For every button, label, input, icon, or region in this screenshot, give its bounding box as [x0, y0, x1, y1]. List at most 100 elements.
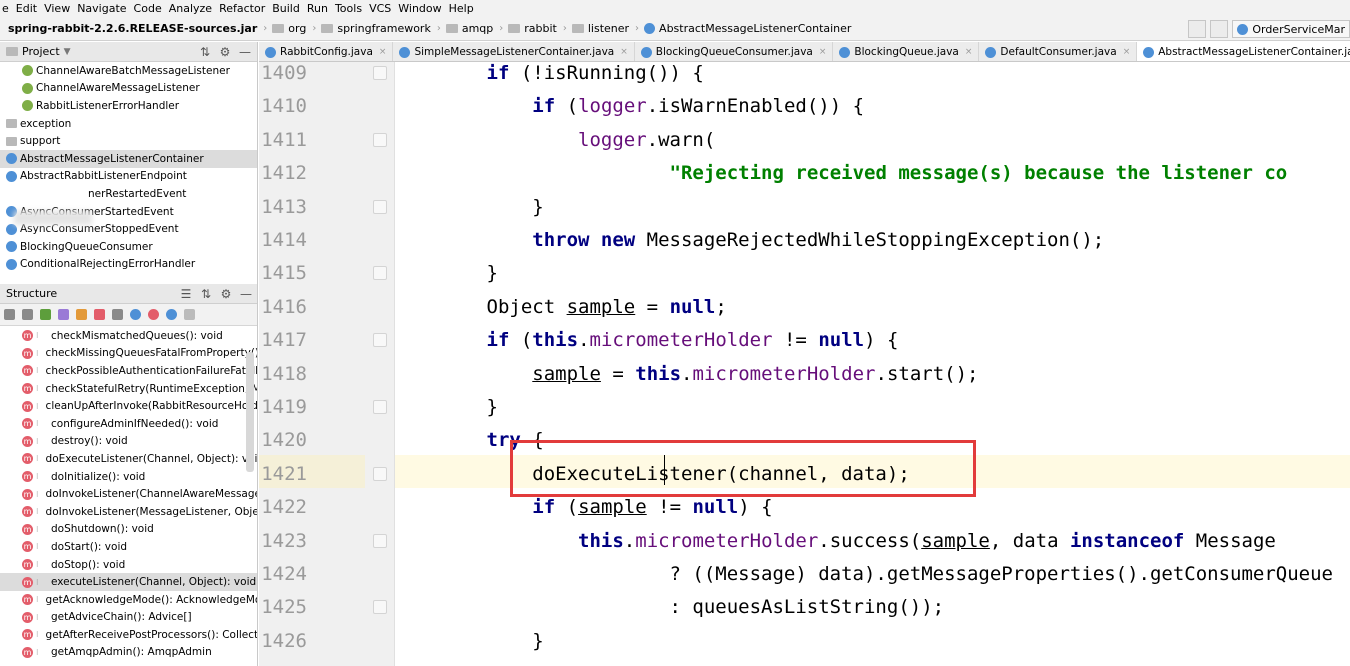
- menu-item[interactable]: Edit: [16, 2, 37, 15]
- menu-item[interactable]: View: [44, 2, 70, 15]
- chevron-down-icon[interactable]: ▼: [64, 47, 71, 57]
- project-tree-item[interactable]: ConditionalRejectingErrorHandler: [0, 256, 257, 274]
- layout-icon[interactable]: [1188, 20, 1207, 38]
- visibility-icon: ⁝: [36, 630, 39, 640]
- run-configuration-select[interactable]: OrderServiceMar: [1232, 20, 1350, 38]
- close-icon[interactable]: ×: [620, 47, 628, 57]
- structure-method-item[interactable]: m ⁝ doStop(): void: [0, 556, 257, 574]
- breadcrumb-item[interactable]: springframework: [321, 22, 431, 35]
- structure-method-item[interactable]: m ⁝ doExecuteListener(Channel, Object): vo…: [0, 450, 257, 468]
- editor-tab[interactable]: DefaultConsumer.java ×: [979, 42, 1138, 61]
- close-icon[interactable]: ×: [819, 47, 827, 57]
- project-tree-item[interactable]: AbstractRabbitListenerEndpoint: [0, 168, 257, 186]
- structure-method-item[interactable]: m ⁝ checkStatefulRetry(RuntimeException, M…: [0, 380, 257, 398]
- structure-method-item[interactable]: m ⁝ getAmqpAdmin(): AmqpAdmin: [0, 644, 257, 662]
- project-tree-item[interactable]: AbstractMessageListenerContainer: [0, 149, 257, 168]
- fold-icon[interactable]: [373, 400, 387, 414]
- show-non-public-icon[interactable]: [94, 309, 105, 320]
- project-tree-item[interactable]: exception: [0, 115, 257, 133]
- close-icon[interactable]: ×: [379, 47, 387, 57]
- editor-tab[interactable]: RabbitConfig.java ×: [259, 42, 394, 61]
- structure-method-item[interactable]: m ⁝ executeListener(Channel, Object): void: [0, 573, 257, 591]
- editor-tab[interactable]: BlockingQueue.java ×: [833, 42, 980, 61]
- structure-method-item[interactable]: m ⁝ doInvokeListener(MessageListener, Obje…: [0, 503, 258, 521]
- fold-icon[interactable]: [373, 199, 387, 214]
- fold-icon[interactable]: [373, 333, 387, 348]
- collapse-all-icon[interactable]: ⇅: [198, 286, 214, 302]
- structure-method-item[interactable]: m ⁝ cleanUpAfterInvoke(RabbitResourceHolde…: [0, 397, 257, 415]
- project-tree-item[interactable]: support: [0, 132, 257, 150]
- hide-icon[interactable]: —: [238, 286, 254, 302]
- show-lambdas-icon[interactable]: [112, 309, 123, 320]
- method-signature: doInvokeListener(MessageListener, Object…: [45, 505, 258, 518]
- editor-tab[interactable]: BlockingQueueConsumer.java ×: [635, 42, 834, 61]
- sort-visibility-icon[interactable]: [4, 309, 15, 320]
- structure-method-item[interactable]: m ⁝ checkMissingQueuesFatalFromProperty():…: [0, 345, 257, 363]
- close-icon[interactable]: ×: [965, 47, 973, 57]
- menu-item[interactable]: Code: [134, 2, 162, 15]
- menu-item[interactable]: Navigate: [77, 2, 126, 15]
- fold-icon[interactable]: [373, 132, 387, 147]
- structure-method-item[interactable]: m ⁝ getAdviceChain(): Advice[]: [0, 609, 257, 627]
- structure-method-item[interactable]: m ⁝ doStart(): void: [0, 538, 257, 556]
- menu-item[interactable]: Run: [307, 2, 328, 15]
- show-fields-icon[interactable]: [76, 309, 87, 320]
- menu-item[interactable]: Refactor: [219, 2, 265, 15]
- editor-tab[interactable]: SimpleMessageListenerContainer.java ×: [393, 42, 635, 61]
- fold-icon[interactable]: [373, 600, 387, 615]
- structure-method-item[interactable]: m ⁝ checkPossibleAuthenticationFailureFata…: [0, 362, 257, 380]
- project-panel-title[interactable]: Project: [22, 45, 60, 58]
- close-icon[interactable]: ×: [1123, 47, 1131, 57]
- sort-alpha-icon[interactable]: [22, 309, 33, 320]
- project-tree-item[interactable]: BlockingQueueConsumer: [0, 238, 257, 256]
- method-signature: destroy(): void: [51, 435, 128, 448]
- breadcrumb-item[interactable]: listener: [571, 22, 629, 35]
- structure-method-item[interactable]: m ⁝ checkMismatchedQueues(): void: [0, 327, 257, 345]
- project-tree-item[interactable]: ChannelAwareMessageListener: [0, 80, 257, 98]
- gear-icon[interactable]: ⚙: [218, 286, 234, 302]
- menu-item[interactable]: Window: [398, 2, 441, 15]
- show-properties-icon[interactable]: [58, 309, 69, 320]
- expand-all-icon[interactable]: ☰: [178, 286, 194, 302]
- left-tool-window: Project ▼ ⇅ ⚙ — ChannelAwareBatchMessageLi…: [0, 42, 258, 666]
- breadcrumb-item[interactable]: rabbit: [508, 22, 557, 35]
- autoscroll-icon[interactable]: [166, 309, 177, 320]
- breadcrumb-item[interactable]: amqp: [445, 22, 493, 35]
- fold-icon[interactable]: [373, 466, 387, 481]
- structure-method-item[interactable]: m ⁝ doInitialize(): void: [0, 468, 257, 486]
- line-number: 1411: [261, 128, 307, 151]
- show-anonymous-icon[interactable]: [130, 309, 141, 320]
- structure-method-item[interactable]: m ⁝ destroy(): void: [0, 433, 257, 451]
- breadcrumb-separator: ›: [499, 23, 504, 34]
- menu-item[interactable]: Analyze: [169, 2, 212, 15]
- project-tree-item[interactable]: nerRestartedEvent: [0, 185, 257, 203]
- menu-item[interactable]: VCS: [369, 2, 391, 15]
- structure-method-item[interactable]: m ⁝ configureAdminIfNeeded(): void: [0, 415, 257, 433]
- fold-icon[interactable]: [373, 266, 387, 281]
- tab-label: BlockingQueue.java: [854, 46, 959, 58]
- gear-icon[interactable]: ⚙: [217, 44, 233, 60]
- menu-item[interactable]: Help: [449, 2, 474, 15]
- structure-method-item[interactable]: m ⁝ doShutdown(): void: [0, 521, 257, 539]
- breadcrumb-item[interactable]: spring-rabbit-2.2.6.RELEASE-sources.jar: [8, 22, 257, 35]
- editor-tab[interactable]: AbstractMessageListenerContainer.java×: [1137, 42, 1350, 61]
- hammer-icon[interactable]: [1210, 20, 1229, 38]
- collapse-icon[interactable]: ⇅: [197, 44, 213, 60]
- structure-method-item[interactable]: m ⁝ getAcknowledgeMode(): AcknowledgeMod: [0, 591, 257, 609]
- menu-item[interactable]: Build: [272, 2, 300, 15]
- fold-icon[interactable]: [373, 533, 387, 548]
- menu-item[interactable]: e: [2, 2, 9, 15]
- project-tree-item[interactable]: RabbitListenerErrorHandler: [0, 97, 257, 115]
- breadcrumb-item[interactable]: org: [272, 22, 306, 35]
- project-tree-item[interactable]: ChannelAwareBatchMessageListener: [0, 62, 257, 80]
- show-abstract-icon[interactable]: [148, 309, 159, 320]
- show-inherited-icon[interactable]: [40, 309, 51, 320]
- menu-item[interactable]: Tools: [335, 2, 362, 15]
- structure-method-item[interactable]: m ⁝ getAfterReceivePostProcessors(): Colle…: [0, 626, 257, 644]
- more-icon[interactable]: [184, 309, 195, 320]
- breadcrumb-item[interactable]: AbstractMessageListenerContainer: [644, 22, 851, 35]
- hide-icon[interactable]: —: [237, 44, 253, 60]
- structure-scrollbar[interactable]: [246, 352, 254, 472]
- structure-method-item[interactable]: m ⁝ doInvokeListener(ChannelAwareMessageLi…: [0, 485, 257, 503]
- fold-icon[interactable]: [373, 66, 387, 80]
